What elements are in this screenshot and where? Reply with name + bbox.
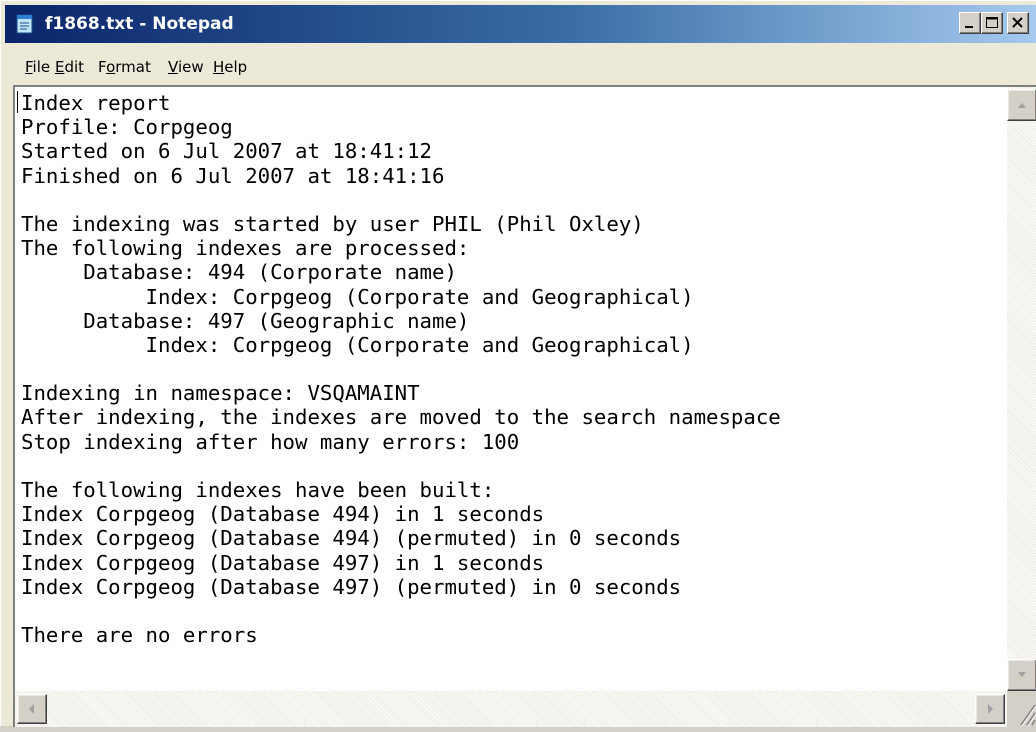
text-line: After indexing, the indexes are moved to… xyxy=(21,405,781,430)
menu-file[interactable]: File xyxy=(25,58,50,76)
edit-area[interactable]: Index report Profile: Corpgeog Started o… xyxy=(13,85,1036,727)
vertical-scrollbar[interactable] xyxy=(1007,87,1036,691)
close-button[interactable] xyxy=(1007,12,1029,34)
title-bar[interactable]: f1868.txt - Notepad xyxy=(5,5,1036,43)
text-line xyxy=(21,188,1009,212)
close-icon xyxy=(1012,17,1023,28)
menu-format-prefix: F xyxy=(98,58,107,76)
text-line: Stop indexing after how many errors: 100 xyxy=(21,429,520,454)
menu-view[interactable]: View xyxy=(168,58,204,76)
text-line xyxy=(21,454,1009,478)
scroll-left-button[interactable] xyxy=(17,694,47,724)
text-line: Index Corpgeog (Database 497) in 1 secon… xyxy=(21,550,545,575)
arrow-down-icon xyxy=(1018,672,1026,677)
text-line: Index Corpgeog (Database 494) in 1 secon… xyxy=(21,502,545,527)
menu-help-label: elp xyxy=(224,58,248,76)
text-line: Index: Corpgeog (Corporate and Geographi… xyxy=(21,284,694,309)
text-line: Indexing in namespace: VSQAMAINT xyxy=(21,381,420,406)
text-line xyxy=(21,357,1009,381)
menu-view-label: iew xyxy=(177,58,204,76)
notepad-icon[interactable] xyxy=(15,13,35,35)
menu-edit[interactable]: Edit xyxy=(55,58,84,76)
text-line: Started on 6 Jul 2007 at 18:41:12 xyxy=(21,139,433,164)
notepad-window: f1868.txt - Notepad File Edit Format Vie… xyxy=(0,0,1036,727)
text-line: Index Corpgeog (Database 494) (permuted)… xyxy=(21,526,682,551)
horizontal-scrollbar[interactable] xyxy=(15,691,1007,727)
arrow-left-icon xyxy=(29,704,34,714)
text-line: Database: 494 (Corporate name) xyxy=(21,260,457,285)
maximize-button[interactable] xyxy=(981,12,1003,34)
text-line: Index Corpgeog (Database 497) (permuted)… xyxy=(21,574,682,599)
arrow-right-icon xyxy=(988,704,993,714)
menu-help[interactable]: Help xyxy=(213,58,247,76)
text-line: The following indexes have been built: xyxy=(21,478,495,502)
window-title: f1868.txt - Notepad xyxy=(45,14,234,34)
menu-format-label: rmat xyxy=(115,58,151,76)
text-line: Database: 497 (Geographic name) xyxy=(21,308,470,333)
text-line: Index report xyxy=(21,91,171,115)
scroll-right-button[interactable] xyxy=(975,694,1005,724)
menu-file-mnemonic: F xyxy=(25,58,33,76)
menu-format-mnemonic: o xyxy=(106,58,116,76)
scroll-up-button[interactable] xyxy=(1007,89,1036,121)
menu-format[interactable]: Format xyxy=(98,58,151,76)
minimize-button[interactable] xyxy=(959,12,981,34)
menu-bar: File Edit Format View Help xyxy=(5,51,1036,85)
text-line: Profile: Corpgeog xyxy=(21,115,233,140)
text-content[interactable]: Index report Profile: Corpgeog Started o… xyxy=(21,91,1009,687)
menu-file-label: ile xyxy=(32,58,51,76)
text-line xyxy=(21,599,1009,623)
minimize-icon xyxy=(965,26,973,28)
menu-edit-label: dit xyxy=(64,58,85,76)
text-line: Finished on 6 Jul 2007 at 18:41:16 xyxy=(21,163,445,188)
text-line: Index: Corpgeog (Corporate and Geographi… xyxy=(21,332,694,357)
menu-view-mnemonic: V xyxy=(168,58,178,76)
text-line: The following indexes are processed: xyxy=(21,236,470,261)
maximize-icon xyxy=(986,17,998,28)
text-line: The indexing was started by user PHIL (P… xyxy=(21,211,644,236)
scroll-down-button[interactable] xyxy=(1007,659,1036,691)
size-grip[interactable] xyxy=(1007,691,1036,727)
text-caret xyxy=(17,91,18,113)
menu-help-mnemonic: H xyxy=(213,58,225,76)
size-grip-icon xyxy=(1020,704,1036,727)
text-line: There are no errors xyxy=(21,623,258,648)
arrow-up-icon xyxy=(1018,103,1026,108)
